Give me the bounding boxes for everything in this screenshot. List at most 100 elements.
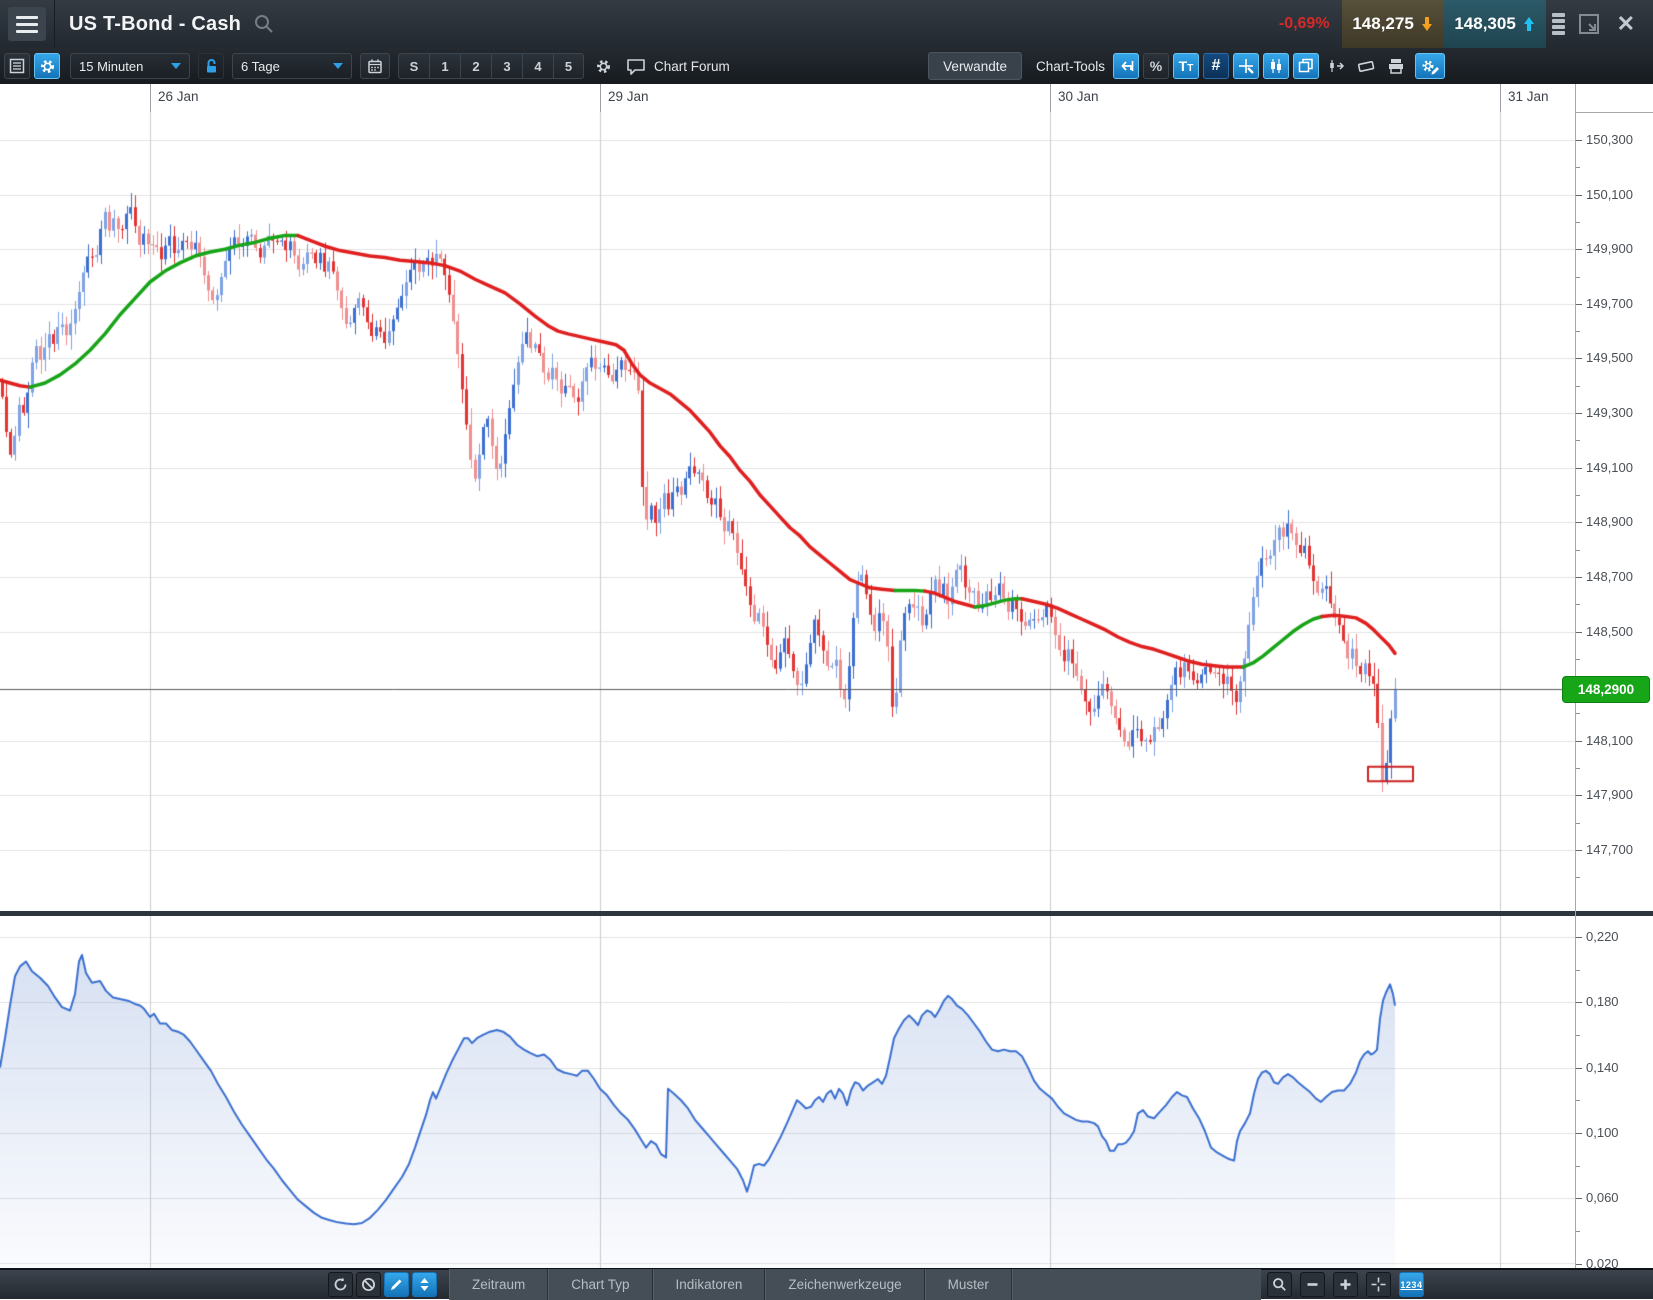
- indicator-axis-label: 0,100: [1586, 1125, 1619, 1140]
- chart-toolbar: 15 Minuten 6 Tage S 1 2 3 4 5 Chart Foru…: [0, 48, 1653, 85]
- main-chart-canvas[interactable]: [0, 112, 1575, 911]
- speed-button-s[interactable]: S: [398, 53, 429, 79]
- calendar-icon[interactable]: [360, 53, 390, 79]
- range-dropdown[interactable]: 6 Tage: [232, 53, 352, 79]
- price-axis-label: 149,500: [1586, 350, 1633, 365]
- chart-settings-icon[interactable]: [1415, 53, 1445, 79]
- numbers-display-icon[interactable]: 1234: [1399, 1272, 1424, 1297]
- date-label: 31 Jan: [1508, 89, 1549, 104]
- disable-icon[interactable]: [356, 1272, 381, 1297]
- price-axis-label: 150,100: [1586, 187, 1633, 202]
- price-axis-label: 148,500: [1586, 624, 1633, 639]
- indicator-chart-canvas[interactable]: [0, 916, 1575, 1268]
- tick-mark: [1576, 468, 1582, 469]
- eraser-icon[interactable]: [1353, 53, 1379, 79]
- date-label: 29 Jan: [608, 89, 649, 104]
- tick-mark: [1576, 795, 1582, 796]
- tick-mark: [1576, 277, 1580, 278]
- close-icon[interactable]: ✕: [1617, 11, 1635, 37]
- zoom-search-icon[interactable]: [1267, 1272, 1292, 1297]
- muster-button[interactable]: Muster: [925, 1269, 1012, 1300]
- search-icon[interactable]: [253, 13, 275, 35]
- divider: [54, 0, 55, 48]
- price-axis[interactable]: 148,2900 150,300150,100149,900149,700149…: [1575, 84, 1653, 1268]
- percent-icon[interactable]: %: [1143, 53, 1169, 79]
- tick-mark: [1576, 167, 1580, 168]
- instrument-title: US T-Bond - Cash: [69, 13, 241, 36]
- price-axis-label: 150,300: [1586, 132, 1633, 147]
- tick-mark: [1576, 140, 1582, 141]
- tick-mark: [1576, 1198, 1582, 1199]
- popout-button[interactable]: [1577, 12, 1601, 36]
- gear-icon[interactable]: [590, 53, 616, 79]
- tick-mark: [1576, 440, 1580, 441]
- tick-mark: [1576, 358, 1582, 359]
- windows-layout-icon[interactable]: [1293, 53, 1319, 79]
- speed-button-5[interactable]: 5: [553, 53, 584, 79]
- pencil-icon[interactable]: [384, 1272, 409, 1297]
- up-down-arrows-icon[interactable]: [412, 1272, 437, 1297]
- tick-mark: [1576, 1100, 1580, 1101]
- compare-icon[interactable]: [1323, 53, 1349, 79]
- price-ladder-icon[interactable]: [1552, 13, 1565, 35]
- buy-price-button[interactable]: 148,305: [1444, 0, 1546, 48]
- tick-mark: [1576, 495, 1580, 496]
- price-axis-label: 149,900: [1586, 241, 1633, 256]
- tick-mark: [1576, 222, 1580, 223]
- strip-spacer: [1012, 1269, 1261, 1300]
- speed-button-1[interactable]: 1: [429, 53, 460, 79]
- verwandte-button[interactable]: Verwandte: [928, 52, 1022, 80]
- bottom-button-strip: Zeitraum Chart Typ Indikatoren Zeichenwe…: [449, 1269, 1261, 1300]
- tick-mark: [1576, 659, 1580, 660]
- price-axis-label: 149,300: [1586, 405, 1633, 420]
- candlestick-icon[interactable]: [1263, 53, 1289, 79]
- tick-mark: [1576, 195, 1582, 196]
- tick-mark: [1576, 877, 1580, 878]
- range-value: 6 Tage: [241, 59, 280, 74]
- tick-mark: [1576, 331, 1580, 332]
- speed-button-3[interactable]: 3: [491, 53, 522, 79]
- arrow-down-icon: [1421, 16, 1433, 32]
- indicator-axis-label: 0,060: [1586, 1190, 1619, 1205]
- zeichenwerkzeuge-button[interactable]: Zeichenwerkzeuge: [765, 1269, 924, 1300]
- tick-mark: [1576, 768, 1580, 769]
- current-price-label: 148,2900: [1562, 676, 1650, 703]
- undo-icon[interactable]: [1113, 53, 1139, 79]
- title-bar: US T-Bond - Cash -0,69% 148,275 148,305 …: [0, 0, 1653, 49]
- date-tick: [1500, 84, 1501, 112]
- change-percent: -0,69%: [1279, 15, 1330, 33]
- settings-gear-icon[interactable]: [34, 53, 60, 79]
- verwandte-label: Verwandte: [943, 59, 1007, 74]
- crosshair-draw-icon[interactable]: [1233, 53, 1259, 79]
- text-tool-icon[interactable]: TT: [1173, 53, 1199, 79]
- tick-mark: [1576, 550, 1580, 551]
- tick-mark: [1576, 249, 1582, 250]
- chart-forum-button[interactable]: Chart Forum: [626, 58, 730, 75]
- zeitraum-button[interactable]: Zeitraum: [449, 1269, 548, 1300]
- refresh-icon[interactable]: [328, 1272, 353, 1297]
- crosshair-icon[interactable]: [1366, 1272, 1391, 1297]
- sell-price-button[interactable]: 148,275: [1342, 0, 1444, 48]
- lock-icon[interactable]: [198, 53, 224, 79]
- sell-price: 148,275: [1352, 14, 1413, 34]
- zoom-in-icon[interactable]: [1333, 1272, 1358, 1297]
- speed-button-2[interactable]: 2: [460, 53, 491, 79]
- chevron-down-icon: [171, 63, 181, 69]
- indikatoren-button[interactable]: Indikatoren: [653, 1269, 766, 1300]
- tick-mark: [1576, 850, 1582, 851]
- chart-typ-button[interactable]: Chart Typ: [548, 1269, 652, 1300]
- menu-icon[interactable]: [8, 7, 46, 41]
- tick-mark: [1576, 413, 1582, 414]
- speed-button-4[interactable]: 4: [522, 53, 553, 79]
- interval-value: 15 Minuten: [79, 59, 143, 74]
- zoom-out-icon[interactable]: [1300, 1272, 1325, 1297]
- grid-icon[interactable]: #: [1203, 53, 1229, 79]
- buy-price: 148,305: [1454, 14, 1515, 34]
- tick-mark: [1576, 577, 1582, 578]
- print-icon[interactable]: [1383, 53, 1409, 79]
- tick-mark: [1576, 304, 1582, 305]
- interval-dropdown[interactable]: 15 Minuten: [70, 53, 190, 79]
- indicator-axis-label: 0,220: [1586, 929, 1619, 944]
- news-list-icon[interactable]: [4, 53, 30, 79]
- tick-mark: [1576, 604, 1580, 605]
